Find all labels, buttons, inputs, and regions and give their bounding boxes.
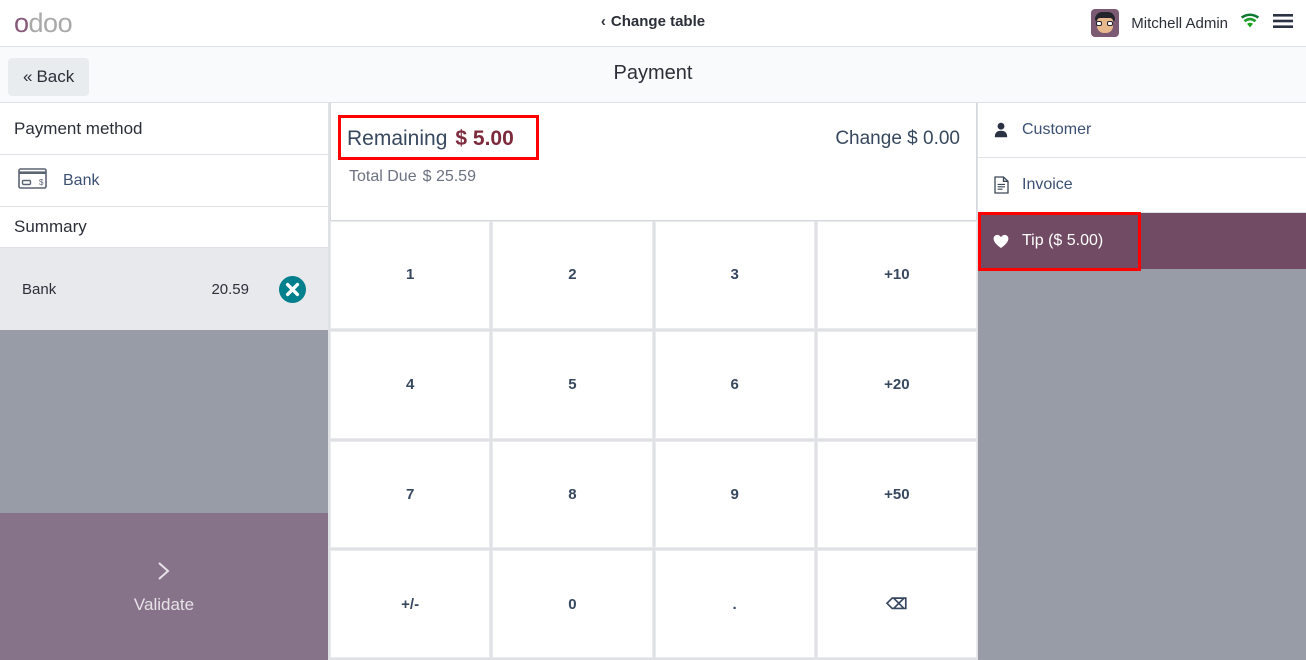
payment-method-header: Payment method (0, 103, 328, 155)
hamburger-menu-icon[interactable] (1272, 13, 1294, 34)
center-panel: Remaining $ 5.00 Change $ 0.00 Total Due $… (328, 103, 978, 660)
change-label: Change (835, 128, 902, 149)
validate-label: Validate (133, 595, 195, 614)
tip-button[interactable]: Tip ($ 5.00) (978, 213, 1306, 269)
avatar-glass-left (1096, 21, 1103, 26)
svg-text:$: $ (39, 178, 44, 187)
numpad-4[interactable]: 4 (330, 330, 491, 439)
numpad-1[interactable]: 1 (330, 221, 491, 329)
numpad-0[interactable]: 0 (492, 550, 653, 658)
right-panel: Customer Invoice Tip ($ 5.00) (978, 103, 1306, 660)
total-due-row: Total Due $ 25.59 (349, 168, 476, 186)
change-table-label: Change table (610, 13, 706, 30)
pos-payment-screen: odoo ‹ Change table Mitchell Admin « Bac… (0, 0, 1306, 660)
change-amount: $ 0.00 (907, 128, 960, 149)
avatar[interactable] (1091, 9, 1120, 37)
remaining-row: Remaining $ 5.00 (347, 127, 514, 151)
numpad-backspace[interactable]: ⌫ (816, 550, 977, 658)
top-bar: odoo ‹ Change table Mitchell Admin (0, 0, 1306, 47)
tip-label: Tip ($ 5.00) (1022, 232, 1104, 249)
summary-line-bank[interactable]: Bank 20.59 (0, 248, 328, 330)
remaining-amount: $ 5.00 (455, 127, 514, 150)
payment-method-bank[interactable]: $ Bank (0, 155, 328, 207)
summary-line-amount: 20.59 (211, 280, 249, 298)
close-circle-icon[interactable] (279, 275, 306, 303)
chevron-left-icon: ‹ (600, 13, 606, 30)
summary-header: Summary (0, 207, 328, 248)
chevron-right-icon (153, 558, 175, 589)
avatar-glass-right (1107, 21, 1114, 26)
numpad-3[interactable]: 3 (654, 221, 815, 329)
summary-line-label: Bank (22, 280, 57, 298)
credit-card-icon: $ (18, 167, 47, 194)
user-area: Mitchell Admin (1091, 6, 1294, 40)
numpad-6[interactable]: 6 (654, 330, 815, 439)
totals-panel: Remaining $ 5.00 Change $ 0.00 Total Due $… (330, 103, 977, 221)
wifi-icon[interactable] (1240, 13, 1260, 34)
numpad-plus10[interactable]: +10 (816, 221, 977, 329)
remaining-label: Remaining (347, 127, 448, 150)
customer-label: Customer (1022, 121, 1092, 138)
invoice-button[interactable]: Invoice (978, 158, 1306, 213)
numpad-8[interactable]: 8 (492, 440, 653, 549)
page-title: Payment (613, 62, 693, 84)
numpad-decimal[interactable]: . (654, 550, 815, 658)
numpad: 1 2 3 +10 4 5 6 +20 7 8 9 +50 +/- 0 . ⌫ (330, 221, 977, 658)
numpad-9[interactable]: 9 (654, 440, 815, 549)
document-icon (992, 176, 1010, 194)
numpad-sign[interactable]: +/- (330, 550, 491, 658)
numpad-7[interactable]: 7 (330, 440, 491, 549)
person-icon (992, 122, 1010, 138)
left-panel: Payment method $ Bank Summary Bank 20.59 (0, 103, 328, 660)
change-row: Change $ 0.00 (835, 128, 960, 150)
heart-icon (992, 233, 1010, 249)
numpad-2[interactable]: 2 (492, 221, 653, 329)
numpad-5[interactable]: 5 (492, 330, 653, 439)
numpad-plus20[interactable]: +20 (816, 330, 977, 439)
invoice-label: Invoice (1022, 176, 1073, 193)
customer-button[interactable]: Customer (978, 103, 1306, 158)
total-due-amount: $ 25.59 (422, 168, 476, 185)
payment-method-label: Bank (63, 171, 100, 189)
validate-button[interactable]: Validate (0, 513, 328, 660)
numpad-plus50[interactable]: +50 (816, 440, 977, 549)
total-due-label: Total Due (349, 168, 417, 185)
username-label: Mitchell Admin (1131, 14, 1228, 32)
